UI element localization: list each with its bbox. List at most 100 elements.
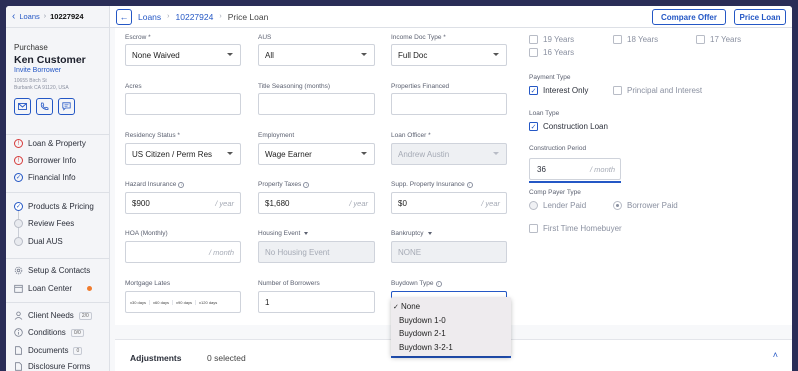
option-label: Interest Only bbox=[543, 86, 589, 95]
checkbox[interactable] bbox=[529, 48, 538, 57]
years-19-option[interactable]: 19 Years bbox=[529, 35, 574, 44]
buydown-dropdown: ✓ None Buydown 1-0 Buydown 2-1 Buydown 3… bbox=[391, 297, 511, 356]
checkbox-checked[interactable]: ✓ bbox=[529, 86, 538, 95]
housing-event-value: No Housing Event bbox=[265, 247, 330, 257]
calendar-icon bbox=[14, 284, 23, 293]
supp-insurance-label-text: Supp. Property Insurance bbox=[391, 181, 465, 188]
checkbox-checked[interactable]: ✓ bbox=[529, 122, 538, 131]
sidebar-loans-link[interactable]: Loans bbox=[19, 12, 39, 21]
residency-select[interactable]: US Citizen / Perm Res bbox=[125, 143, 241, 165]
step-circle-icon bbox=[14, 237, 23, 246]
lender-paid-option[interactable]: Lender Paid bbox=[529, 201, 586, 210]
lates-30-input[interactable]: x30 days bbox=[130, 299, 151, 305]
checkbox[interactable] bbox=[613, 86, 622, 95]
app-window: ‹ Loans › 10227924 Purchase Ken Customer… bbox=[6, 6, 792, 371]
lates-90-input[interactable]: x90 days bbox=[176, 299, 197, 305]
interest-only-option[interactable]: ✓ Interest Only bbox=[529, 86, 588, 95]
info-icon[interactable]: i bbox=[303, 181, 310, 188]
breadcrumb-loan-number[interactable]: 10227924 bbox=[176, 12, 214, 22]
sidebar-item-borrower-info[interactable]: ! Borrower Info bbox=[14, 156, 76, 165]
buydown-option-1-0[interactable]: Buydown 1-0 bbox=[391, 314, 511, 328]
sidebar-item-documents[interactable]: Documents 0 bbox=[14, 346, 83, 355]
years-17-option[interactable]: 17 Years bbox=[696, 35, 741, 44]
compare-offer-button[interactable]: Compare Offer bbox=[652, 9, 726, 25]
hoa-input[interactable]: / month bbox=[125, 241, 241, 263]
message-button[interactable] bbox=[58, 98, 75, 115]
buydown-option-none[interactable]: ✓ None bbox=[391, 300, 511, 314]
count-badge: 2/0 bbox=[78, 311, 92, 320]
bankruptcy-label[interactable]: Bankruptcy bbox=[391, 230, 432, 237]
sidebar-item-label: Disclosure Forms bbox=[28, 362, 91, 371]
call-button[interactable] bbox=[36, 98, 53, 115]
buydown-option-2-1[interactable]: Buydown 2-1 bbox=[391, 327, 511, 341]
acres-input[interactable] bbox=[125, 93, 241, 115]
borrower-paid-option[interactable]: Borrower Paid bbox=[613, 201, 678, 210]
address-line-2: Burbank CA 91120, USA bbox=[14, 85, 69, 91]
radio-selected[interactable] bbox=[613, 201, 622, 210]
employment-label: Employment bbox=[258, 132, 295, 139]
checkbox[interactable] bbox=[529, 35, 538, 44]
checkbox[interactable] bbox=[613, 35, 622, 44]
chevron-up-icon[interactable]: ˄ bbox=[773, 350, 778, 360]
info-icon[interactable]: i bbox=[435, 280, 442, 287]
property-taxes-input[interactable]: $1,680 / year bbox=[258, 192, 375, 214]
chevron-left-icon[interactable]: ‹ bbox=[12, 11, 15, 22]
sidebar-item-disclosure-forms[interactable]: Disclosure Forms bbox=[14, 362, 90, 371]
construction-loan-option[interactable]: ✓ Construction Loan bbox=[529, 122, 608, 131]
principal-interest-option[interactable]: Principal and Interest bbox=[613, 86, 702, 95]
sidebar-item-loan-property[interactable]: ! Loan & Property bbox=[14, 139, 86, 148]
caret-down-icon bbox=[227, 53, 233, 56]
unit-suffix: / year bbox=[349, 198, 368, 208]
aus-select[interactable]: All bbox=[258, 44, 375, 66]
info-icon[interactable]: i bbox=[178, 181, 185, 188]
sidebar-item-review-fees[interactable]: Review Fees bbox=[14, 219, 74, 228]
price-loan-button[interactable]: Price Loan bbox=[734, 9, 786, 25]
info-icon[interactable]: i bbox=[466, 181, 473, 188]
checkbox[interactable] bbox=[696, 35, 705, 44]
bankruptcy-label-text: Bankruptcy bbox=[391, 230, 424, 237]
people-icon bbox=[14, 311, 23, 320]
notification-dot bbox=[87, 286, 93, 291]
sidebar-item-products-pricing[interactable]: ✓ Products & Pricing bbox=[14, 202, 94, 211]
caret-down-icon bbox=[361, 53, 367, 56]
email-button[interactable] bbox=[14, 98, 31, 115]
sidebar-item-financial-info[interactable]: ✓ Financial Info bbox=[14, 173, 76, 182]
checkbox[interactable] bbox=[529, 224, 538, 233]
sidebar-item-dual-aus[interactable]: Dual AUS bbox=[14, 237, 63, 246]
sidebar-item-label: Loan & Property bbox=[28, 139, 86, 148]
lates-60-input[interactable]: x60 days bbox=[153, 299, 174, 305]
option-label: 17 Years bbox=[710, 35, 742, 44]
step-circle-icon bbox=[14, 219, 23, 228]
sidebar-item-conditions[interactable]: Conditions 0/0 bbox=[14, 328, 84, 337]
income-doc-select[interactable]: Full Doc bbox=[391, 44, 507, 66]
hazard-insurance-input[interactable]: $900 / year bbox=[125, 192, 241, 214]
years-16-option[interactable]: 16 Years bbox=[529, 48, 574, 57]
first-time-homebuyer-option[interactable]: First Time Homebuyer bbox=[529, 224, 622, 233]
years-18-option[interactable]: 18 Years bbox=[613, 35, 658, 44]
focus-underline bbox=[391, 356, 511, 358]
buydown-option-3-2-1[interactable]: Buydown 3-2-1 bbox=[391, 341, 511, 355]
radio[interactable] bbox=[529, 201, 538, 210]
num-borrowers-input[interactable]: 1 bbox=[258, 291, 375, 313]
sidebar-item-setup-contacts[interactable]: Setup & Contacts bbox=[14, 266, 90, 275]
alert-icon: ! bbox=[14, 139, 23, 148]
properties-financed-input[interactable] bbox=[391, 93, 507, 115]
housing-event-label-text: Housing Event bbox=[258, 230, 301, 237]
sidebar-item-loan-center[interactable]: Loan Center bbox=[14, 284, 93, 293]
construction-period-input[interactable]: 36 / month bbox=[529, 158, 621, 180]
info-circle-icon bbox=[14, 328, 23, 337]
title-seasoning-input[interactable] bbox=[258, 93, 375, 115]
sidebar-item-label: Products & Pricing bbox=[28, 202, 94, 211]
supp-insurance-input[interactable]: $0 / year bbox=[391, 192, 507, 214]
back-button[interactable]: ← bbox=[116, 8, 132, 25]
escrow-select[interactable]: None Waived bbox=[125, 44, 241, 66]
lates-120-input[interactable]: x120 days bbox=[199, 300, 220, 305]
employment-select[interactable]: Wage Earner bbox=[258, 143, 375, 165]
hazard-insurance-label: Hazard Insurance i bbox=[125, 181, 185, 188]
invite-borrower-link[interactable]: Invite Borrower bbox=[14, 67, 61, 74]
housing-event-label[interactable]: Housing Event bbox=[258, 230, 309, 237]
residency-label: Residency Status * bbox=[125, 132, 180, 139]
sidebar-item-client-needs[interactable]: Client Needs 2/0 bbox=[14, 311, 92, 320]
breadcrumb-loans[interactable]: Loans bbox=[138, 12, 161, 22]
loan-officer-select: Andrew Austin bbox=[391, 143, 507, 165]
